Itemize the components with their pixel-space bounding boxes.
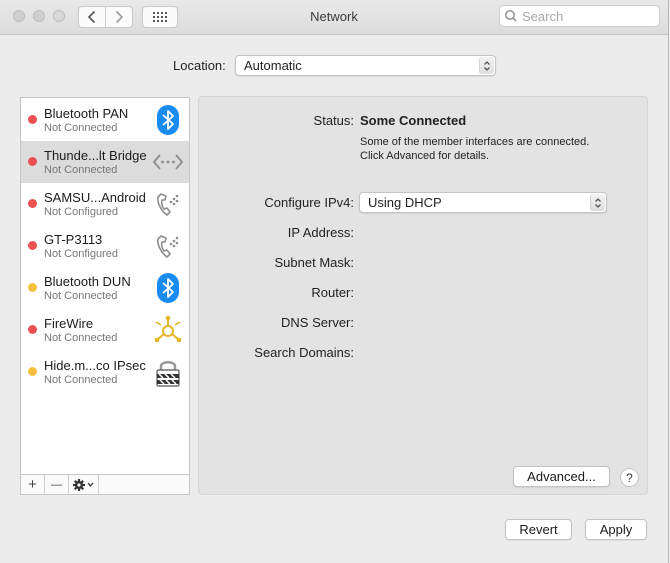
status-dot: [28, 325, 37, 334]
add-service-button[interactable]: +: [21, 475, 45, 494]
updown-arrows-icon: [590, 194, 605, 211]
status-description-line2: Click Advanced for details.: [360, 150, 490, 162]
updown-arrows-icon: [479, 57, 494, 74]
status-dot: [28, 157, 37, 166]
service-name: Bluetooth PAN: [44, 106, 129, 121]
bridge-arrows-icon: [152, 154, 184, 170]
search-input[interactable]: [522, 8, 652, 24]
gear-icon: [72, 478, 93, 491]
service-list-toolbar: + —: [21, 474, 189, 494]
service-status: Not Connected: [44, 332, 118, 344]
service-item-vpn-ipsec[interactable]: Hide.m...co IPsec Not Connected: [21, 351, 189, 393]
action-menu-button[interactable]: [69, 475, 99, 494]
service-name: SAMSU...Android: [44, 190, 146, 205]
ip-address-label: IP Address:: [287, 225, 354, 240]
network-window: Network Location: Automatic Bluetooth PA…: [0, 0, 669, 563]
service-status: Not Connected: [44, 122, 118, 134]
configure-ipv4-popup[interactable]: Using DHCP: [359, 192, 607, 213]
service-status: Not Configured: [44, 206, 118, 218]
configure-ipv4-label: Configure IPv4:: [264, 195, 354, 210]
status-dot: [28, 283, 37, 292]
status-dot: [28, 367, 37, 376]
dns-server-label: DNS Server:: [281, 315, 354, 330]
title-bar: Network: [0, 0, 668, 35]
help-button[interactable]: ?: [620, 468, 639, 487]
revert-button[interactable]: Revert: [505, 519, 572, 540]
status-value: Some Connected: [360, 113, 467, 128]
firewire-icon: [154, 315, 182, 343]
search-icon: [505, 10, 517, 22]
router-label: Router:: [311, 285, 354, 300]
search-field[interactable]: [499, 5, 660, 27]
detail-panel: Status: Some Connected Some of the membe…: [198, 96, 648, 495]
vpn-lock-icon: [156, 361, 180, 387]
bluetooth-icon: [157, 273, 179, 303]
location-value: Automatic: [244, 58, 302, 73]
bluetooth-icon: [157, 105, 179, 135]
location-popup[interactable]: Automatic: [235, 55, 496, 76]
status-dot: [28, 241, 37, 250]
configure-ipv4-value: Using DHCP: [368, 195, 442, 210]
advanced-button[interactable]: Advanced...: [513, 466, 610, 487]
service-item-thunderbolt-bridge[interactable]: Thunde...lt Bridge Not Connected: [21, 141, 189, 183]
status-dot: [28, 115, 37, 124]
service-item-gt-p3113[interactable]: GT-P3113 Not Configured: [21, 225, 189, 267]
apply-button[interactable]: Apply: [585, 519, 647, 540]
service-status: Not Connected: [44, 164, 118, 176]
location-label: Location:: [173, 58, 226, 73]
service-name: FireWire: [44, 316, 94, 331]
status-description-line1: Some of the member interfaces are connec…: [360, 136, 590, 148]
search-domains-label: Search Domains:: [254, 345, 354, 360]
service-item-firewire[interactable]: FireWire Not Connected: [21, 309, 189, 351]
service-status: Not Connected: [44, 374, 118, 386]
phone-icon: [157, 235, 179, 258]
remove-service-button[interactable]: —: [45, 475, 69, 494]
service-item-bluetooth-dun[interactable]: Bluetooth DUN Not Connected: [21, 267, 189, 309]
service-list: Bluetooth PAN Not Connected Thunde...lt …: [20, 97, 190, 495]
service-item-samsung-android[interactable]: SAMSU...Android Not Configured: [21, 183, 189, 225]
subnet-mask-label: Subnet Mask:: [274, 255, 355, 270]
service-name: Thunde...lt Bridge: [44, 148, 147, 163]
status-label: Status:: [313, 113, 354, 128]
service-name: Hide.m...co IPsec: [44, 358, 146, 373]
service-status: Not Connected: [44, 290, 118, 302]
service-status: Not Configured: [44, 248, 118, 260]
phone-icon: [157, 193, 179, 216]
status-dot: [28, 199, 37, 208]
service-name: Bluetooth DUN: [44, 274, 131, 289]
service-item-bluetooth-pan[interactable]: Bluetooth PAN Not Connected: [21, 99, 189, 141]
service-name: GT-P3113: [44, 232, 103, 247]
